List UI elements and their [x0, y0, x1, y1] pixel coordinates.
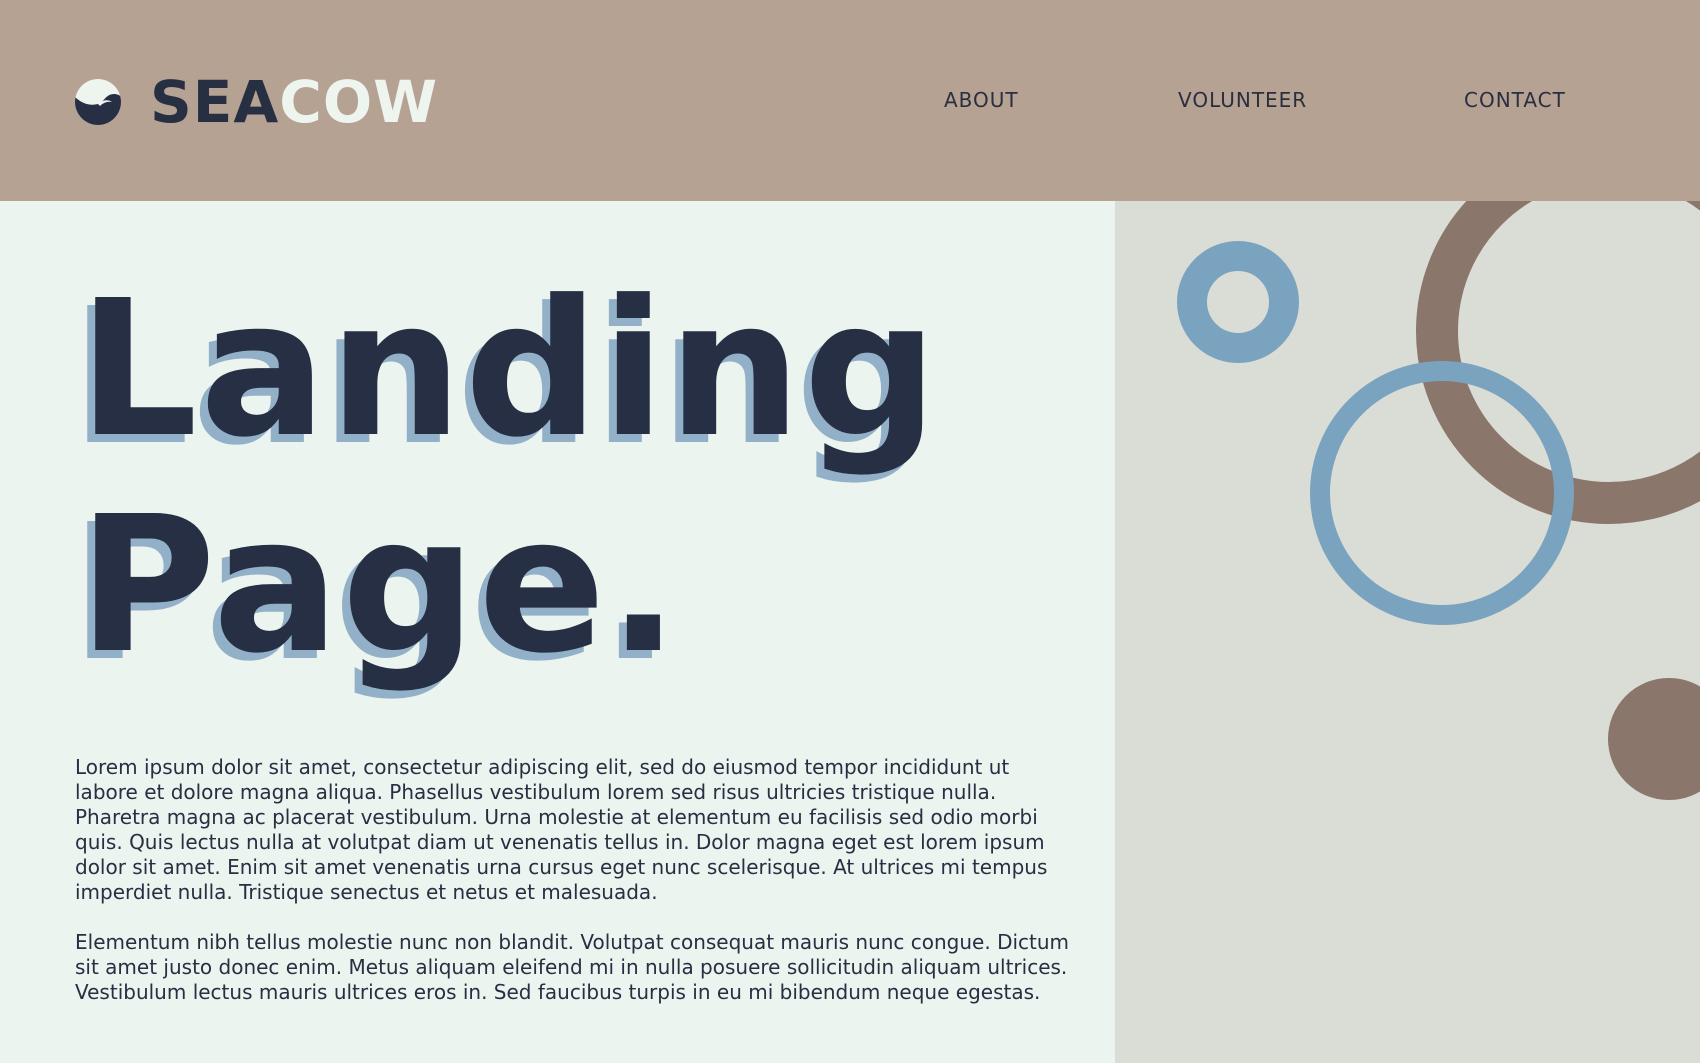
- brand-name-part2: COW: [279, 68, 439, 136]
- hero-title: Landing Page.: [78, 262, 940, 694]
- paragraph: Elementum nibh tellus molestie nunc non …: [75, 930, 1070, 1004]
- nav-link-about[interactable]: ABOUT: [944, 88, 1019, 112]
- landing-page: SEACOW ABOUT VOLUNTEER CONTACT Landing P…: [0, 0, 1700, 1063]
- logo[interactable]: SEACOW: [74, 66, 438, 138]
- brand-name-part1: SEA: [150, 68, 280, 136]
- body-copy: Lorem ipsum dolor sit amet, consectetur …: [75, 755, 1075, 1030]
- wave-circle-icon: [75, 79, 121, 125]
- blue-ring-small-shape: [1177, 241, 1299, 363]
- brown-dot-shape: [1608, 678, 1700, 800]
- hero-title-line1: Landing: [78, 260, 940, 479]
- decorative-circles: [1177, 201, 1700, 800]
- hero-title-line2: Page.: [78, 476, 682, 695]
- paragraph: Lorem ipsum dolor sit amet, consectetur …: [75, 755, 1048, 904]
- nav-link-contact[interactable]: CONTACT: [1464, 88, 1566, 112]
- site-header: SEACOW ABOUT VOLUNTEER CONTACT: [0, 0, 1700, 201]
- decorative-panel: [1115, 201, 1700, 1063]
- nav-link-volunteer[interactable]: VOLUNTEER: [1178, 88, 1307, 112]
- brand-wordmark: SEACOW: [150, 66, 438, 138]
